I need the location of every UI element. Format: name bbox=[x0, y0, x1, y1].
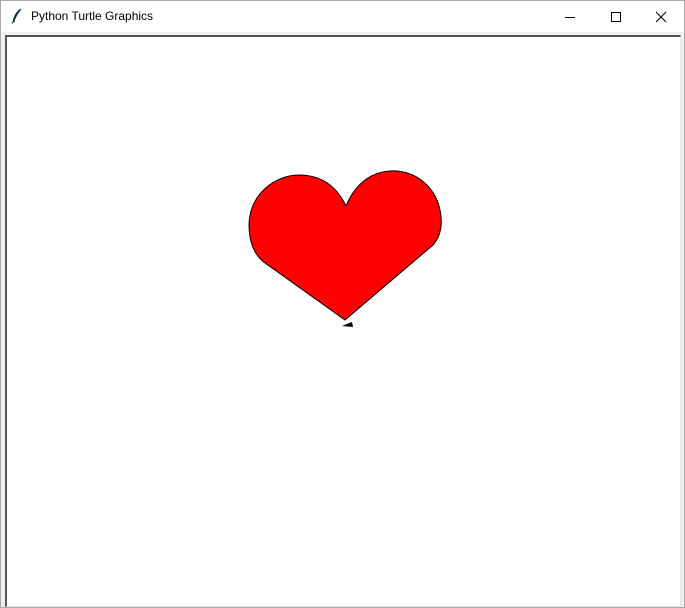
heart-shape bbox=[248, 170, 442, 321]
title-bar[interactable]: Python Turtle Graphics bbox=[1, 1, 684, 32]
close-button[interactable] bbox=[638, 1, 684, 32]
maximize-icon bbox=[611, 11, 621, 22]
minimize-button[interactable] bbox=[547, 1, 593, 32]
maximize-button[interactable] bbox=[593, 1, 639, 32]
minimize-icon bbox=[565, 16, 575, 18]
drawing-surface bbox=[248, 170, 442, 327]
close-icon bbox=[655, 11, 667, 22]
turtle-arrow-icon bbox=[342, 322, 353, 327]
feather-icon bbox=[11, 8, 22, 24]
turtle-window: Python Turtle Graphics bbox=[0, 0, 685, 608]
window-title: Python Turtle Graphics bbox=[31, 9, 154, 23]
turtle-canvas[interactable] bbox=[5, 35, 681, 607]
